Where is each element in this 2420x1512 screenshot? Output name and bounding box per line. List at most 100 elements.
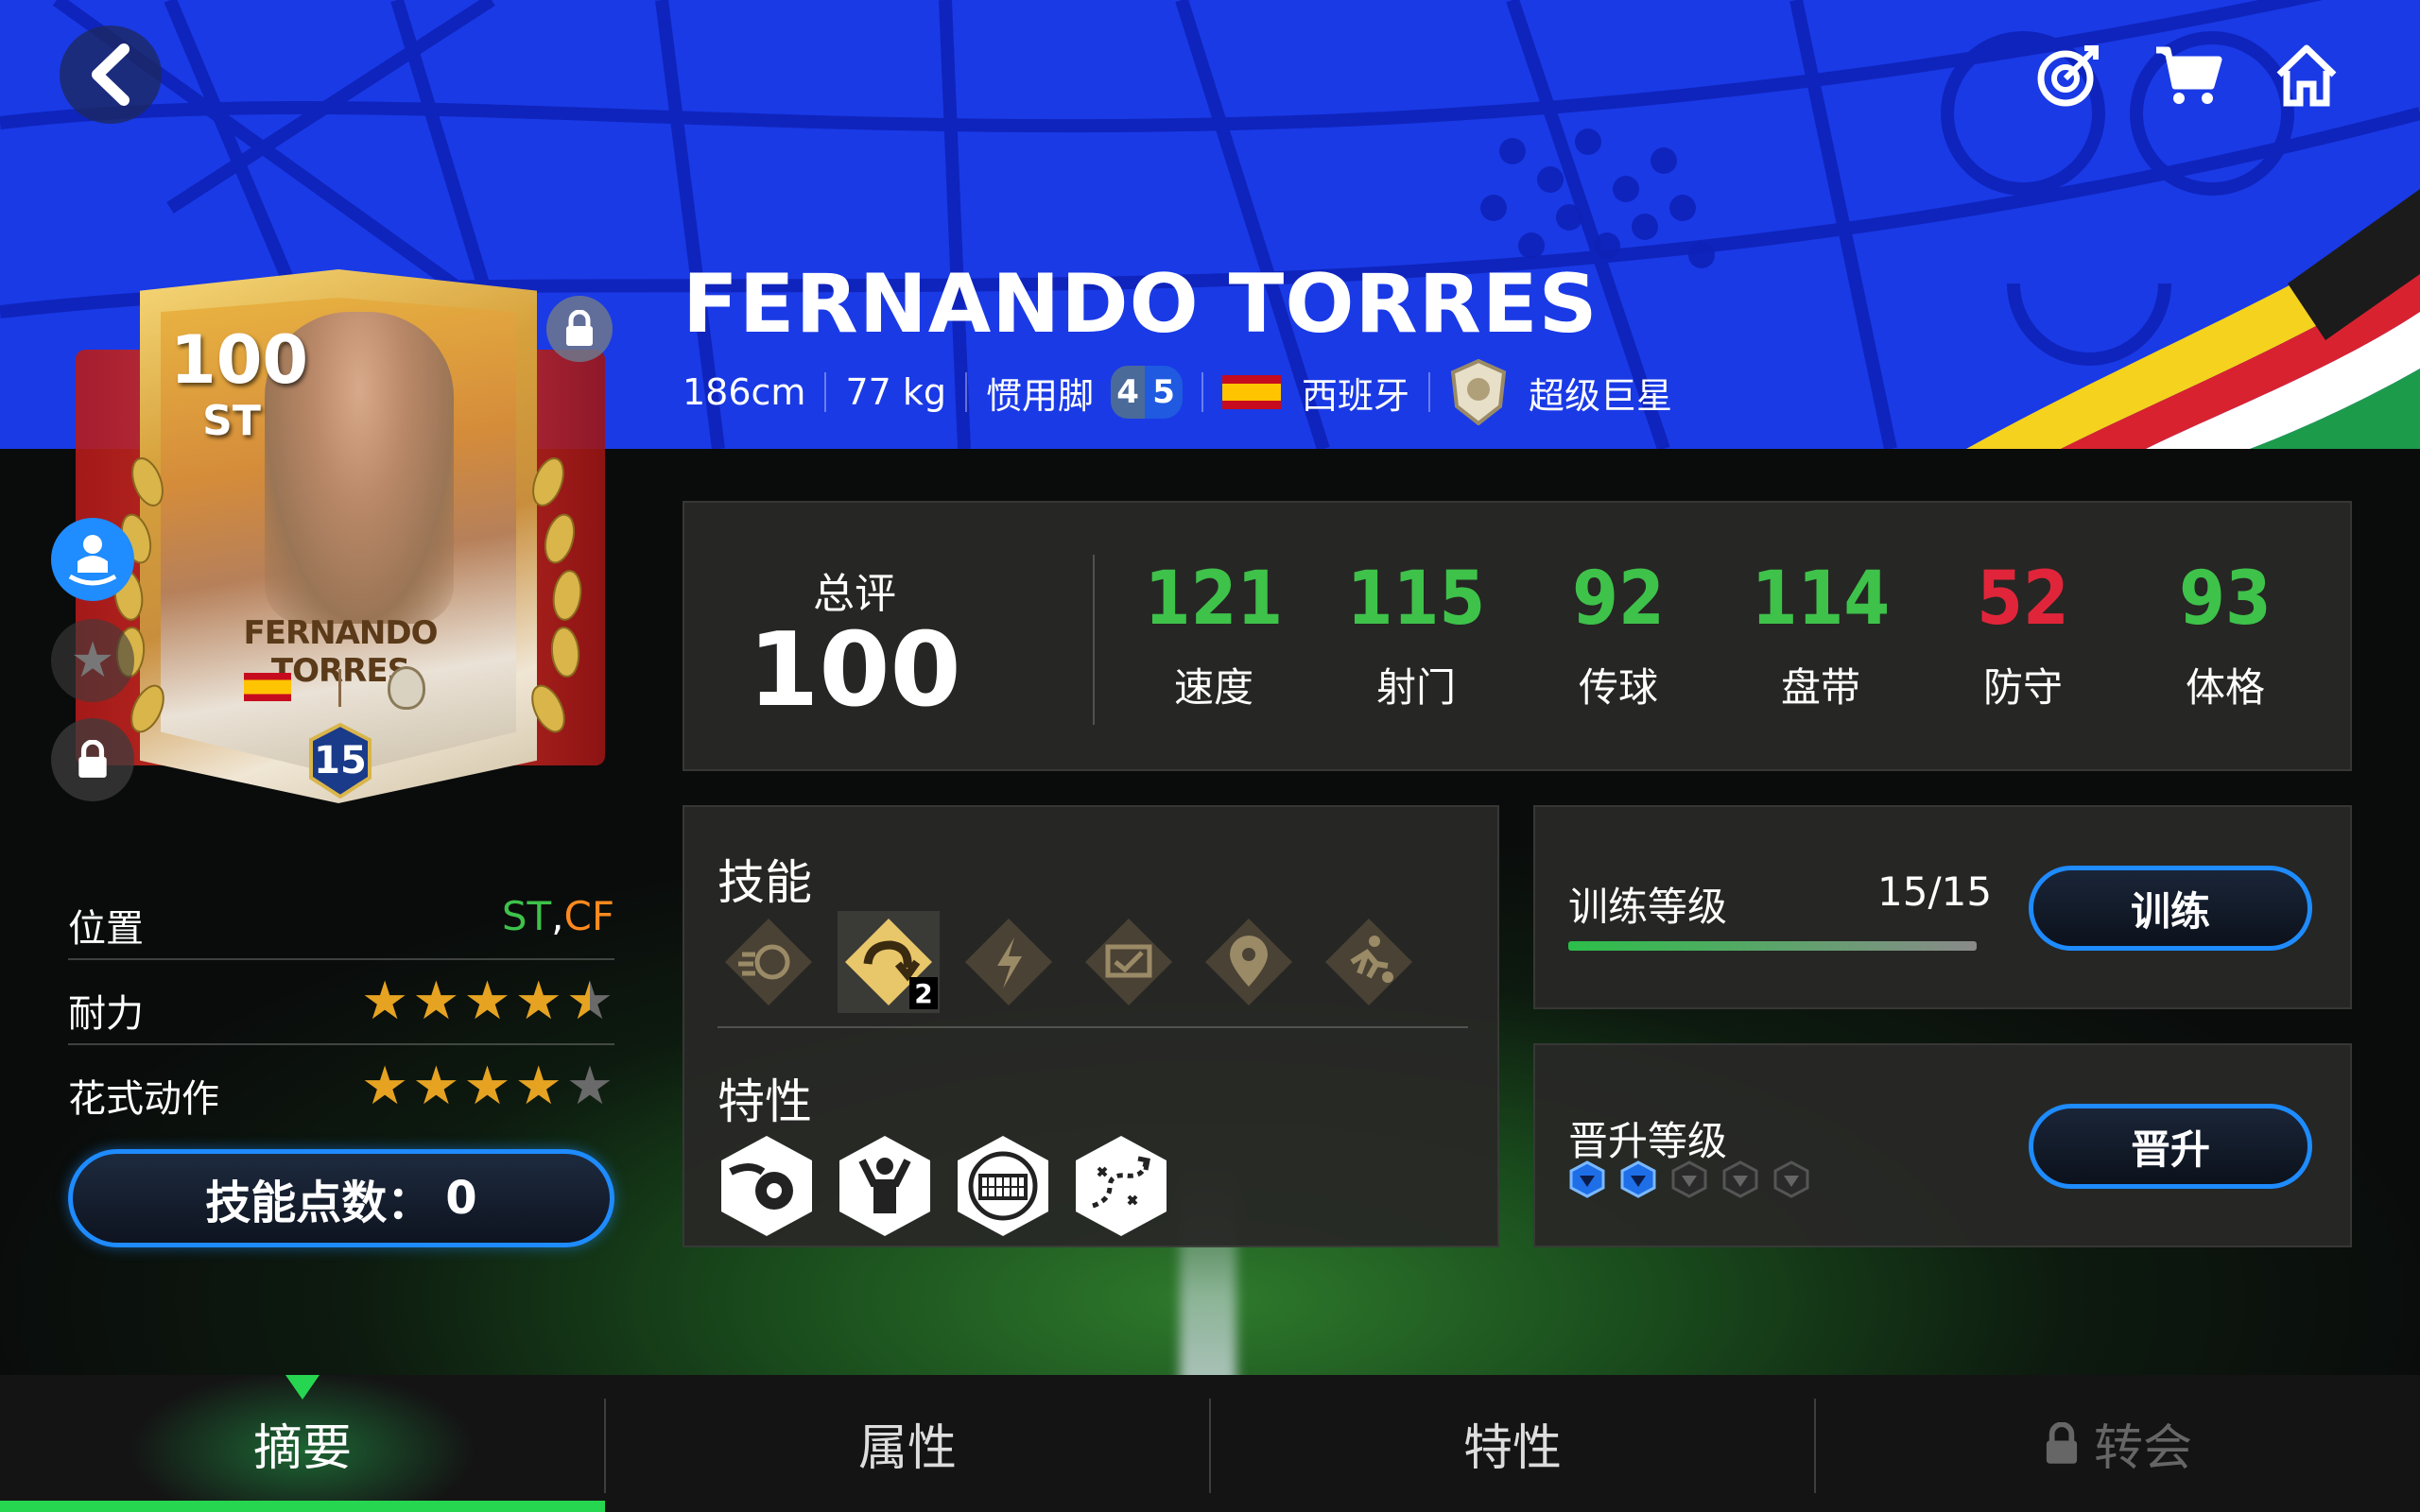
weak-foot-value: 4 [1111,366,1146,419]
trait-slot[interactable] [954,1134,1052,1238]
star-icon: ★ [514,1056,562,1117]
run-skill-icon [1325,919,1412,1005]
attribute-value: 115 [1346,557,1486,642]
nation-name: 西班牙 [1302,374,1410,417]
position-primary: ST [501,893,552,939]
skill-points-button[interactable]: 技能点数： 0 [68,1149,614,1247]
promote-button[interactable]: 晋升 [2029,1104,2312,1189]
lock-player-button[interactable] [51,718,134,801]
skills-title: 技能 [717,855,812,910]
training-level-value: 15/15 [1877,868,1993,915]
position-label: 位置 [68,907,144,951]
skill-moves-label: 花式动作 [68,1077,219,1121]
position-secondary: CF [563,893,614,939]
attribute-dribbling: 114 盘带 [1736,557,1906,713]
star-icon: ★ [412,971,460,1032]
location-skill-icon [1205,919,1292,1005]
star-icon: ★ [361,1056,409,1117]
attribute-label: 体格 [2185,663,2265,711]
laurel-left-icon [113,457,164,733]
promotion-level-icon [1620,1160,1656,1198]
laurel-right-icon [531,457,582,733]
attribute-value: 121 [1144,557,1284,642]
promotion-level-icon [1569,1160,1605,1198]
player-info-row: 186cm 77 kg 惯用脚 4 5 西班牙 超级巨星 [683,359,1673,425]
training-level-label: 训练等级 [1568,884,1728,930]
card-lock-button[interactable] [546,296,613,362]
promotion-panel: 晋升等级 晋升 [1533,1043,2352,1247]
spain-flag-icon [1222,375,1282,409]
promotion-level-indicators [1568,1160,1810,1198]
skill-points-label: 技能点数： [205,1177,433,1229]
skill-slot[interactable] [717,911,820,1013]
star-icon: ★ [463,1056,511,1117]
trait-slot[interactable] [717,1134,816,1238]
cart-button[interactable] [2151,38,2226,113]
attribute-value: 93 [2179,557,2272,642]
tab-label: 属性 [857,1420,957,1477]
divider [717,1026,1468,1028]
star-icon: ★ [70,632,115,689]
attribute-value: 114 [1751,557,1891,642]
skill-slot[interactable] [958,911,1060,1013]
tab-attributes[interactable]: 属性 [605,1375,1210,1512]
lock-icon [566,310,593,346]
skill-slot[interactable] [1198,911,1300,1013]
skill-slot[interactable] [1078,911,1180,1013]
bottom-tab-bar: 摘要 属性 特性 转会 [0,1375,2420,1512]
power-shot-trait-icon [721,1136,812,1236]
back-icon [92,43,130,106]
celebrate-trait-icon [839,1136,930,1236]
favorite-button[interactable]: ★ [51,619,134,702]
card-divider [338,669,341,707]
shot-skill-icon [725,919,812,1005]
training-progress-bar [1568,941,1977,951]
divider [1201,372,1204,412]
card-tier-icon [388,666,425,710]
preferred-foot-label: 惯用脚 [986,374,1095,417]
tab-transfer[interactable]: 转会 [1815,1375,2420,1512]
tab-label: 特性 [1462,1420,1562,1477]
target-button[interactable] [2031,38,2106,113]
tab-traits[interactable]: 特性 [1210,1375,1815,1512]
position-values: ST,CF [502,893,614,939]
train-button[interactable]: 训练 [2029,866,2312,951]
star-icon: ★ [361,971,409,1032]
card-level-badge: 15 [307,723,373,799]
active-tab-underline [0,1501,605,1512]
player-weight: 77 kg [845,371,947,413]
skill-slot[interactable] [1318,911,1420,1013]
back-button[interactable] [60,26,162,124]
overall-stats-panel: 总评 100 121 速度 115 射门 92 传球 114 盘带 52 防守 … [683,501,2352,771]
attribute-physical: 93 体格 [2140,557,2310,713]
player-swap-button[interactable] [51,518,134,601]
power-skill-icon [965,919,1052,1005]
target-icon [2037,45,2099,107]
home-button[interactable] [2269,38,2344,113]
home-icon [2276,44,2337,107]
strong-foot-value: 5 [1145,366,1184,419]
attribute-label: 防守 [1982,663,2063,711]
divider [1093,555,1095,725]
trait-slot[interactable] [1072,1134,1170,1238]
tab-label: 摘要 [252,1420,352,1477]
card-position: ST [202,397,261,445]
skill-level-badge: 2 [909,977,938,1009]
tier-name: 超级巨星 [1529,374,1673,417]
divider [824,372,827,412]
player-name: FERNANDO TORRES [683,257,1599,352]
skill-points-value: 0 [445,1172,477,1225]
lock-icon [78,740,107,778]
player-height: 186cm [683,371,806,413]
attribute-shooting: 115 射门 [1331,557,1501,713]
cart-icon [2156,46,2222,104]
star-icon: ★ [565,971,614,1032]
lock-icon [2046,1421,2078,1464]
divider [1428,372,1431,412]
star-icon: ★ [463,971,511,1032]
attribute-defending: 52 防守 [1938,558,2108,713]
skill-slot-active[interactable]: 2 [838,911,940,1013]
position-comma: , [551,893,564,939]
trait-slot[interactable] [836,1134,934,1238]
promotion-level-icon [1722,1160,1758,1198]
